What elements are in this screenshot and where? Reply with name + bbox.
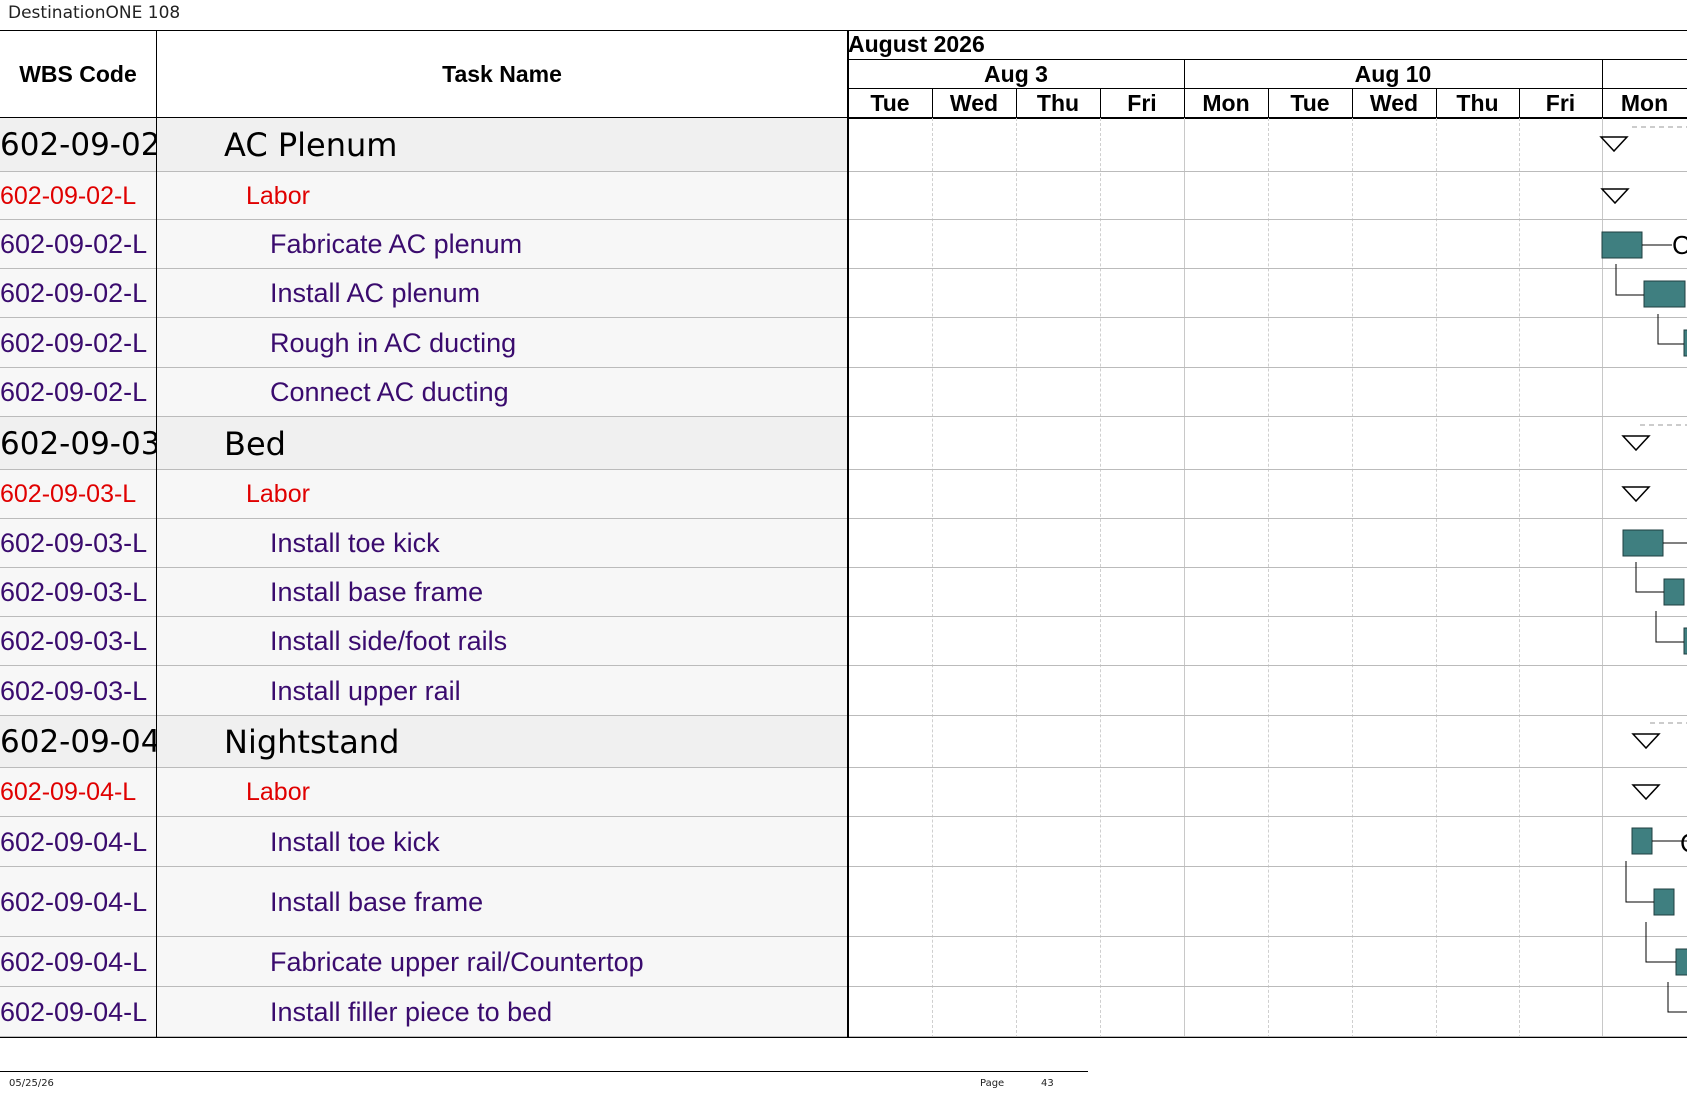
wbs-code-cell: 602-09-02-L xyxy=(0,278,148,308)
wbs-code-cell: 602-09-03-L xyxy=(0,626,148,656)
task-name-cell: Rough in AC ducting xyxy=(270,327,517,358)
wbs-code-cell: 602-09-04-L xyxy=(0,826,148,857)
wbs-code-cell: 602-09-04-L xyxy=(0,778,137,806)
task-name-cell: Install upper rail xyxy=(270,675,461,706)
wbs-code-cell: 602-09-02-L xyxy=(0,377,148,407)
timeline-day-label: Wed xyxy=(1369,90,1419,116)
table-bottom-border xyxy=(0,1037,1687,1038)
labor-row[interactable]: 602-09-02-L Labor xyxy=(0,172,1687,220)
labor-row[interactable]: 602-09-03-L Labor xyxy=(0,470,1687,519)
wbs-code-cell: 602-09-03-L xyxy=(0,675,148,706)
wbs-column-divider xyxy=(156,30,157,1038)
day-header-divider xyxy=(1016,88,1017,118)
timeline-day-label: Tue xyxy=(870,90,910,116)
task-row[interactable]: 602-09-04-L Fabricate upper rail/Countert… xyxy=(0,937,1687,987)
month-row-border xyxy=(848,59,1687,60)
footer-date: 05/25/26 xyxy=(9,1078,54,1089)
wbs-code-cell: 602-09-04-L xyxy=(0,886,148,917)
wbs-code-cell: 602-09-02-L xyxy=(0,181,137,210)
wbs-code-cell: 602-09-02 xyxy=(0,127,156,163)
wbs-column-header[interactable]: WBS Code xyxy=(0,31,156,118)
timeline-day-label: Thu xyxy=(1036,90,1080,116)
day-header-divider xyxy=(1602,88,1603,118)
summary-row[interactable]: 602-09-02 AC Plenum xyxy=(0,118,1687,172)
wbs-code-cell: 602-09-03-L xyxy=(0,577,148,607)
day-header-divider xyxy=(1436,88,1437,118)
day-header-divider xyxy=(1100,88,1101,118)
week-header-divider xyxy=(1602,59,1603,89)
task-row[interactable]: 602-09-02-L Connect AC ducting xyxy=(0,368,1687,417)
timeline-day-label: Wed xyxy=(949,90,999,116)
task-name-cell: Connect AC ducting xyxy=(270,377,509,407)
day-header-divider xyxy=(932,88,933,118)
summary-row[interactable]: 602-09-03 Bed xyxy=(0,417,1687,470)
footer-page-label: Page xyxy=(980,1078,1005,1089)
footer-page-number: 43 xyxy=(1041,1078,1054,1089)
wbs-code-cell: 602-09-03-L xyxy=(0,480,137,508)
timeline-day-label: Fri xyxy=(1127,90,1157,116)
task-name-cell: Fabricate upper rail/Countertop xyxy=(270,946,644,977)
wbs-code-cell: 602-09-04 xyxy=(0,724,156,760)
task-name-cell: Labor xyxy=(246,778,310,806)
task-row[interactable]: 602-09-02-L Install AC plenum xyxy=(0,269,1687,318)
day-header-divider xyxy=(1268,88,1269,118)
wbs-code-cell: 602-09-04-L xyxy=(0,996,148,1027)
timeline-week-label: Aug 3 xyxy=(984,61,1048,87)
timeline-day-label: Fri xyxy=(1545,90,1576,116)
task-row[interactable]: 602-09-04-L Install base frame xyxy=(0,867,1687,937)
timeline-month-label: August 2026 xyxy=(848,31,985,57)
task-column-divider xyxy=(847,30,849,1038)
task-name-cell: Install toe kick xyxy=(270,826,440,857)
task-name-cell: AC Plenum xyxy=(224,126,398,164)
task-name-cell: Install base frame xyxy=(270,886,484,917)
wbs-code-cell: 602-09-03 xyxy=(0,425,156,462)
task-name-cell: Install filler piece to bed xyxy=(270,996,553,1027)
timeline-day-label: Tue xyxy=(1290,90,1330,116)
document-title: DestinationONE 108 xyxy=(8,3,181,23)
task-name-cell: Labor xyxy=(246,181,310,210)
task-name-cell: Nightstand xyxy=(224,723,400,761)
task-row[interactable]: 602-09-02-L Rough in AC ducting xyxy=(0,318,1687,368)
task-row[interactable]: 602-09-03-L Install upper rail xyxy=(0,666,1687,716)
day-header-divider xyxy=(1352,88,1353,118)
task-name-cell: Labor xyxy=(246,480,310,508)
task-row[interactable]: 602-09-04-L Install toe kick xyxy=(0,817,1687,867)
task-name-cell: Bed xyxy=(224,424,286,463)
timeline-day-label: Thu xyxy=(1456,90,1499,116)
week-header-divider xyxy=(1184,59,1185,89)
wbs-code-cell: 602-09-03-L xyxy=(0,528,148,558)
wbs-code-cell: 602-09-02-L xyxy=(0,327,148,358)
task-row[interactable]: 602-09-03-L Install side/foot rails xyxy=(0,617,1687,666)
wbs-code-cell: 602-09-02-L xyxy=(0,229,148,259)
wbs-code-cell: 602-09-04-L xyxy=(0,946,148,977)
task-row[interactable]: 602-09-03-L Install base frame xyxy=(0,568,1687,617)
task-name-cell: Fabricate AC plenum xyxy=(270,229,523,259)
task-row[interactable]: 602-09-02-L Fabricate AC plenum xyxy=(0,220,1687,269)
day-header-divider xyxy=(1519,88,1520,118)
task-name-cell: Install side/foot rails xyxy=(270,626,508,656)
task-row[interactable]: 602-09-03-L Install toe kick xyxy=(0,519,1687,568)
timeline-day-label: Mon xyxy=(1202,90,1250,116)
task-name-cell: Install base frame xyxy=(270,577,484,607)
timeline-week-label: Aug 10 xyxy=(1354,61,1432,87)
summary-row[interactable]: 602-09-04 Nightstand xyxy=(0,716,1687,768)
timeline-day-label: Mon xyxy=(1620,90,1669,116)
footer-rule xyxy=(0,1071,1088,1072)
labor-row[interactable]: 602-09-04-L Labor xyxy=(0,768,1687,817)
task-row[interactable]: 602-09-04-L Install filler piece to bed xyxy=(0,987,1687,1037)
task-name-cell: Install toe kick xyxy=(270,528,440,558)
task-name-column-header[interactable]: Task Name xyxy=(157,31,847,118)
day-header-divider xyxy=(1184,88,1185,118)
task-name-cell: Install AC plenum xyxy=(270,278,481,308)
